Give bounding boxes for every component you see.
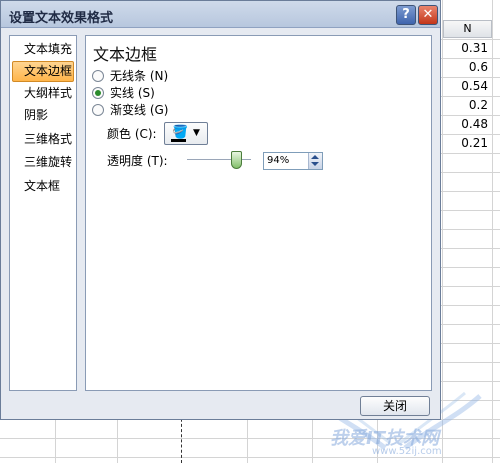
format-text-effects-dialog: 设置文本效果格式 ? ✕ 文本填充 文本边框 大纲样式 阴影 三维格式 三维旋转…	[0, 0, 441, 420]
sheet-cell[interactable]: 0.2	[443, 96, 492, 115]
category-text-outline[interactable]: 文本边框	[12, 61, 74, 82]
category-3d-format[interactable]: 三维格式	[12, 129, 74, 150]
color-swatch	[171, 139, 186, 142]
close-button[interactable]: 关闭	[360, 396, 430, 416]
sheet-cell[interactable]: 0.54	[443, 77, 492, 96]
spin-down-icon[interactable]	[311, 162, 319, 166]
category-3d-rotation[interactable]: 三维旋转	[12, 152, 74, 173]
transparency-value[interactable]: 94%	[267, 154, 289, 168]
radio-button[interactable]	[92, 104, 104, 116]
dialog-title: 设置文本效果格式	[9, 11, 114, 26]
close-x-button[interactable]: ✕	[418, 5, 438, 25]
category-list: 文本填充 文本边框 大纲样式 阴影 三维格式 三维旋转 文本框	[9, 35, 77, 391]
spin-up-icon[interactable]	[311, 155, 319, 159]
transparency-label: 透明度 (T):	[107, 154, 168, 168]
color-label: 颜色 (C):	[107, 127, 157, 141]
spin-arrows[interactable]	[308, 153, 322, 169]
watermark-url: www.52ij.com	[372, 446, 442, 457]
category-text-fill[interactable]: 文本填充	[12, 39, 74, 60]
radio-button-checked[interactable]	[92, 87, 104, 99]
option-label: 渐变线 (G)	[110, 103, 169, 117]
category-text-box[interactable]: 文本框	[12, 176, 74, 197]
paint-bucket-icon: 🪣	[172, 125, 189, 140]
panel-title: 文本边框	[93, 45, 158, 64]
radio-button[interactable]	[92, 70, 104, 82]
category-outline-style[interactable]: 大纲样式	[12, 83, 74, 104]
help-button[interactable]: ?	[396, 5, 416, 25]
color-picker-button[interactable]: 🪣 ▼	[164, 122, 208, 145]
sheet-cell[interactable]: 0.21	[443, 134, 492, 153]
transparency-spinbox[interactable]: 94%	[263, 152, 323, 170]
grid-line	[492, 0, 493, 463]
option-label: 实线 (S)	[110, 86, 155, 100]
option-label: 无线条 (N)	[110, 69, 169, 83]
sheet-cell[interactable]: 0.6	[443, 58, 492, 77]
category-shadow[interactable]: 阴影	[12, 105, 74, 126]
dropdown-arrow-icon: ▼	[193, 128, 200, 138]
transparency-slider-thumb[interactable]	[231, 151, 242, 169]
sheet-cell[interactable]: 0.31	[443, 39, 492, 58]
column-header-n[interactable]: N	[443, 20, 492, 38]
sheet-cell[interactable]: 0.48	[443, 115, 492, 134]
grid-line	[0, 457, 500, 458]
dialog-titlebar[interactable]: 设置文本效果格式 ? ✕	[1, 1, 440, 28]
